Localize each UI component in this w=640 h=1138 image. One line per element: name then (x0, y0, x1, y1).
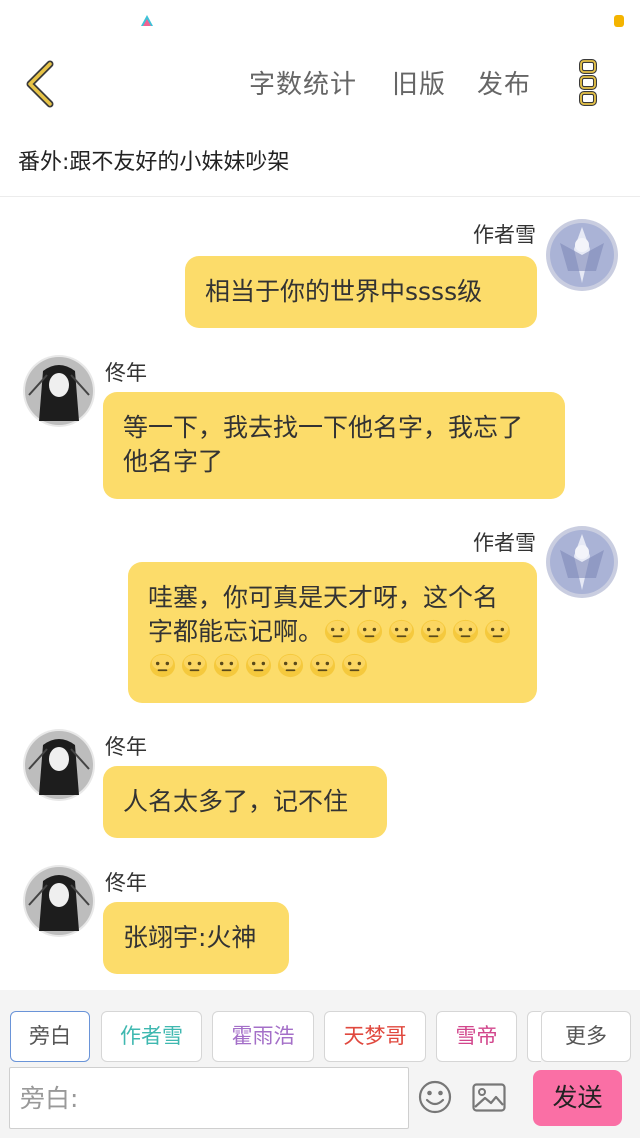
more-menu-icon[interactable] (572, 56, 606, 108)
role-tab-tianmeng[interactable]: 天梦哥 (324, 1011, 426, 1062)
message-text: 等一下，我去找一下他名字，我忘了他名字了 (123, 413, 524, 476)
message-text: 人名太多了，记不住 (123, 787, 349, 816)
neutral-face-emoji-icon (277, 653, 304, 678)
avatar-tongnian[interactable] (23, 865, 95, 937)
neutral-face-emoji-icon (213, 653, 240, 678)
back-chevron-icon[interactable] (18, 58, 66, 110)
role-tab-narrator[interactable]: 旁白 (10, 1011, 90, 1062)
more-roles-button[interactable]: 更多 (541, 1011, 631, 1062)
sender-name: 佟年 (105, 735, 147, 759)
role-tab-xuedi[interactable]: 雪帝 (436, 1011, 517, 1062)
avatar-author[interactable] (546, 526, 618, 598)
avatar-tongnian-image (23, 729, 95, 801)
neutral-face-emoji-icon (484, 619, 511, 644)
battery-icon (614, 15, 624, 27)
neutral-face-emoji-icon (420, 619, 447, 644)
message-text: 张翊宇:火神 (123, 923, 257, 952)
status-bar (0, 0, 640, 44)
chapter-title[interactable]: 番外:跟不友好的小妹妹吵架 (18, 144, 289, 176)
sender-name: 作者雪 (473, 223, 536, 247)
role-tab-partial[interactable] (527, 1011, 541, 1062)
message-bubble[interactable]: 张翊宇:火神 (103, 902, 289, 974)
divider (0, 196, 640, 197)
neutral-face-emoji-icon (245, 653, 272, 678)
word-count-button[interactable]: 字数统计 (249, 64, 357, 101)
avatar-author-image (546, 219, 618, 291)
neutral-face-emoji-icon (324, 619, 351, 644)
message-text: 相当于你的世界中ssss级 (205, 277, 483, 306)
send-button[interactable]: 发送 (533, 1070, 622, 1126)
publish-button[interactable]: 发布 (477, 64, 531, 101)
message-bubble[interactable]: 等一下，我去找一下他名字，我忘了他名字了 (103, 392, 565, 499)
role-tab-huo-yuhao[interactable]: 霍雨浩 (212, 1011, 314, 1062)
app-notification-icon (141, 15, 153, 26)
message-bubble[interactable]: 哇塞，你可真是天才呀，这个名字都能忘记啊。 (128, 562, 537, 703)
neutral-face-emoji-icon (149, 653, 176, 678)
sender-name: 作者雪 (473, 531, 536, 555)
emoji-picker-icon[interactable] (418, 1080, 452, 1114)
avatar-tongnian[interactable] (23, 729, 95, 801)
avatar-author[interactable] (546, 219, 618, 291)
avatar-tongnian-image (23, 355, 95, 427)
neutral-face-emoji-icon (309, 653, 336, 678)
message-bubble[interactable]: 人名太多了，记不住 (103, 766, 387, 838)
top-bar: 字数统计 旧版 发布 (0, 44, 640, 124)
dialog-input[interactable] (9, 1067, 409, 1129)
neutral-face-emoji-icon (388, 619, 415, 644)
neutral-face-emoji-icon (356, 619, 383, 644)
avatar-tongnian-image (23, 865, 95, 937)
avatar-author-image (546, 526, 618, 598)
sender-name: 佟年 (105, 361, 147, 385)
sender-name: 佟年 (105, 871, 147, 895)
message-bubble[interactable]: 相当于你的世界中ssss级 (185, 256, 537, 328)
old-version-button[interactable]: 旧版 (392, 64, 446, 101)
image-picker-icon[interactable] (472, 1083, 506, 1112)
role-tab-author-xue[interactable]: 作者雪 (101, 1011, 202, 1062)
neutral-face-emoji-icon (181, 653, 208, 678)
neutral-face-emoji-icon (452, 619, 479, 644)
avatar-tongnian[interactable] (23, 355, 95, 427)
neutral-face-emoji-icon (341, 653, 368, 678)
